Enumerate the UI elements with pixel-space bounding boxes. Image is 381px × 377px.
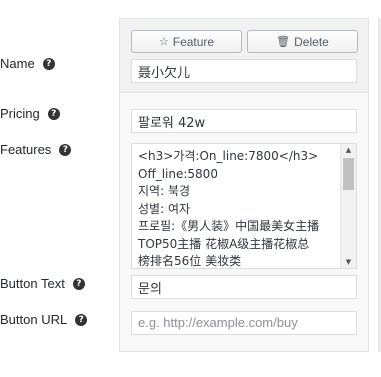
question-circle-icon[interactable]: ? [47, 107, 60, 120]
button-text-label: Button Text [0, 276, 65, 291]
delete-button-label: Delete [294, 34, 329, 49]
scrollbar-thumb[interactable] [343, 158, 354, 190]
feature-button-label: Feature [172, 34, 215, 49]
features-scrollbar[interactable]: ▲ ▼ [340, 144, 356, 268]
question-circle-icon[interactable]: ? [59, 143, 72, 156]
triangle-down-icon[interactable]: ▼ [341, 256, 356, 268]
feature-button[interactable]: ☆ Feature [131, 30, 242, 53]
question-circle-icon[interactable]: ? [72, 277, 85, 290]
name-label-row: Name ? [0, 56, 55, 71]
pricing-label: Pricing [0, 106, 40, 121]
delete-button[interactable]: 🗑 Delete [247, 30, 358, 53]
name-input[interactable] [131, 59, 357, 83]
question-circle-icon[interactable]: ? [75, 313, 88, 326]
features-label-row: Features ? [0, 142, 72, 157]
question-circle-icon[interactable]: ? [42, 57, 55, 70]
star-outline-icon: ☆ [158, 35, 169, 48]
button-text-input[interactable] [131, 275, 357, 299]
triangle-up-icon[interactable]: ▲ [341, 144, 356, 156]
features-label: Features [0, 142, 52, 157]
trash-icon: 🗑 [276, 35, 291, 48]
button-url-label-row: Button URL ? [0, 312, 88, 327]
features-text: <h3>가격:On_line:7800</h3> Off_line:5800 지… [138, 149, 320, 268]
button-url-input[interactable] [131, 311, 357, 335]
pricing-input[interactable] [131, 109, 357, 133]
pricing-label-row: Pricing ? [0, 106, 60, 121]
name-label: Name [0, 56, 35, 71]
features-textarea[interactable]: <h3>가격:On_line:7800</h3> Off_line:5800 지… [131, 143, 357, 269]
button-text-label-row: Button Text ? [0, 276, 85, 291]
button-url-label: Button URL [0, 312, 68, 327]
